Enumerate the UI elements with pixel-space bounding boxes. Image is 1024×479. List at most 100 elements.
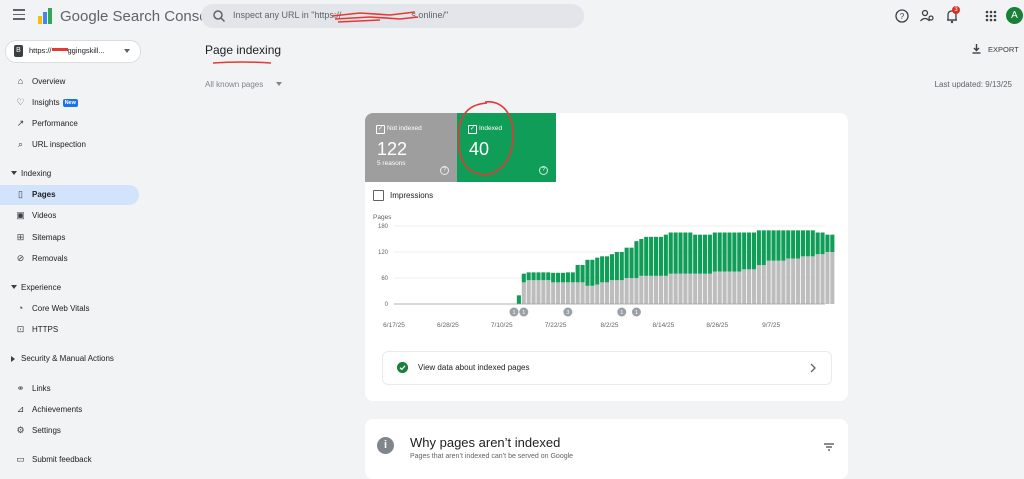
x-tick-label: 7/10/25 (491, 322, 513, 329)
bar-not-indexed (702, 273, 708, 304)
sidebar-item-submit-feedback[interactable]: ▭ Submit feedback (0, 450, 139, 470)
bar-indexed (815, 232, 820, 255)
bar-indexed (668, 232, 673, 274)
bar-indexed (653, 236, 659, 276)
bar-indexed (702, 234, 708, 274)
bar-not-indexed (541, 280, 546, 304)
view-indexed-pages-link[interactable]: View data about indexed pages (382, 351, 832, 385)
sidebar-item-achievements[interactable]: ⊿ Achievements (0, 400, 139, 420)
bar-indexed (805, 230, 810, 257)
bar-indexed (639, 239, 644, 276)
help-icon[interactable]: ? (539, 166, 548, 175)
y-tick-label: 60 (381, 276, 388, 282)
bar-indexed (693, 234, 698, 274)
bar-not-indexed (747, 269, 752, 304)
sidebar-item-https[interactable]: ⊡ HTTPS (0, 320, 139, 340)
bar-not-indexed (531, 280, 536, 304)
filter-icon[interactable] (824, 443, 834, 451)
search-console-logo[interactable] (37, 7, 55, 25)
achievements-icon: ⊿ (16, 404, 25, 414)
bar-not-indexed (737, 271, 742, 304)
bar-indexed (742, 232, 747, 270)
pages-icon: ▯ (18, 189, 23, 199)
bar-not-indexed (560, 282, 566, 304)
bar-indexed (800, 230, 806, 257)
annotation-label: 1 (512, 310, 515, 316)
bar-indexed (683, 232, 688, 274)
x-tick-label: 7/22/25 (545, 322, 567, 329)
bar-not-indexed (663, 275, 668, 304)
bar-indexed (546, 272, 551, 281)
sidebar-item-url-inspection[interactable]: ⌕ URL inspection (0, 135, 139, 155)
sidebar: B https://ggingskill... ⌂ Overview ♡ Ins… (0, 36, 150, 464)
bar-not-indexed (688, 273, 693, 304)
app-title: Google Search Console (60, 8, 220, 25)
caret-right-icon (11, 356, 15, 362)
not-indexed-tile[interactable]: ✓ Not indexed 122 5 reasons ? (365, 113, 457, 182)
sidebar-item-overview[interactable]: ⌂ Overview (0, 72, 139, 92)
bar-indexed (551, 272, 556, 283)
bar-indexed (766, 230, 771, 261)
bar-not-indexed (668, 273, 673, 304)
chevron-down-icon (124, 49, 130, 53)
sidebar-item-sitemaps[interactable]: ⊞ Sitemaps (0, 228, 139, 248)
bar-indexed (565, 272, 570, 283)
bar-not-indexed (732, 271, 737, 304)
bar-indexed (580, 265, 585, 283)
bar-indexed (722, 232, 727, 272)
bar-indexed (521, 273, 526, 283)
videos-icon: ▣ (16, 210, 25, 220)
bar-indexed (673, 232, 678, 274)
checkbox-checked-icon: ✓ (376, 125, 385, 134)
sidebar-item-core-web-vitals[interactable]: ◔ Core Web Vitals (0, 299, 139, 319)
sidebar-item-links[interactable]: ⚭ Links (0, 379, 139, 399)
bar-not-indexed (565, 282, 570, 304)
why-not-indexed-card: i Why pages aren’t indexed Pages that ar… (365, 419, 848, 479)
page-filter-dropdown[interactable]: All known pages (205, 80, 283, 89)
bar-not-indexed (776, 260, 781, 304)
sidebar-item-insights[interactable]: ♡ Insights New (0, 93, 139, 113)
bar-indexed (796, 230, 801, 259)
bar-not-indexed (600, 282, 605, 304)
avatar[interactable]: A (1006, 7, 1023, 24)
bar-indexed (771, 230, 776, 261)
sidebar-item-performance[interactable]: ↗ Performance (0, 114, 139, 134)
download-icon (972, 44, 981, 54)
bar-not-indexed (693, 273, 698, 304)
section-security[interactable]: Security & Manual Actions (0, 350, 150, 368)
apps-icon[interactable] (984, 8, 998, 24)
bar-indexed (570, 272, 575, 283)
property-selector[interactable]: B https://ggingskill... (5, 40, 141, 63)
bar-indexed (756, 230, 761, 265)
bar-indexed (536, 272, 541, 281)
help-icon[interactable]: ? (894, 8, 910, 24)
red-underline-annotation (212, 61, 272, 64)
bar-indexed (747, 232, 752, 270)
bar-indexed (727, 232, 732, 272)
sidebar-item-settings[interactable]: ⚙ Settings (0, 421, 139, 441)
help-icon[interactable]: ? (440, 166, 449, 175)
bar-indexed (830, 234, 835, 252)
sidebar-item-pages[interactable]: ▯ Pages (0, 185, 139, 205)
bar-not-indexed (526, 280, 531, 304)
sidebar-item-removals[interactable]: ⊘ Removals (0, 249, 139, 269)
bar-indexed (556, 272, 561, 283)
sidebar-item-videos[interactable]: ▣ Videos (0, 206, 139, 226)
manage-users-icon[interactable] (919, 8, 935, 24)
info-icon: i (377, 437, 394, 454)
menu-icon[interactable] (13, 9, 25, 21)
section-experience[interactable]: Experience (0, 279, 150, 297)
red-circle-annotation (457, 101, 514, 176)
bar-indexed (590, 259, 595, 286)
bar-not-indexed (810, 256, 815, 304)
bar-indexed (825, 234, 830, 252)
home-icon: ⌂ (17, 76, 24, 86)
bar-indexed (614, 252, 619, 281)
caret-down-icon (11, 285, 17, 289)
y-tick-label: 180 (378, 224, 389, 230)
section-indexing[interactable]: Indexing (0, 165, 150, 183)
annotation-label: 3 (566, 310, 569, 316)
chevron-down-icon (276, 82, 283, 86)
last-updated: Last updated: 9/13/25 (934, 80, 1012, 89)
redaction-scribble (331, 11, 419, 23)
